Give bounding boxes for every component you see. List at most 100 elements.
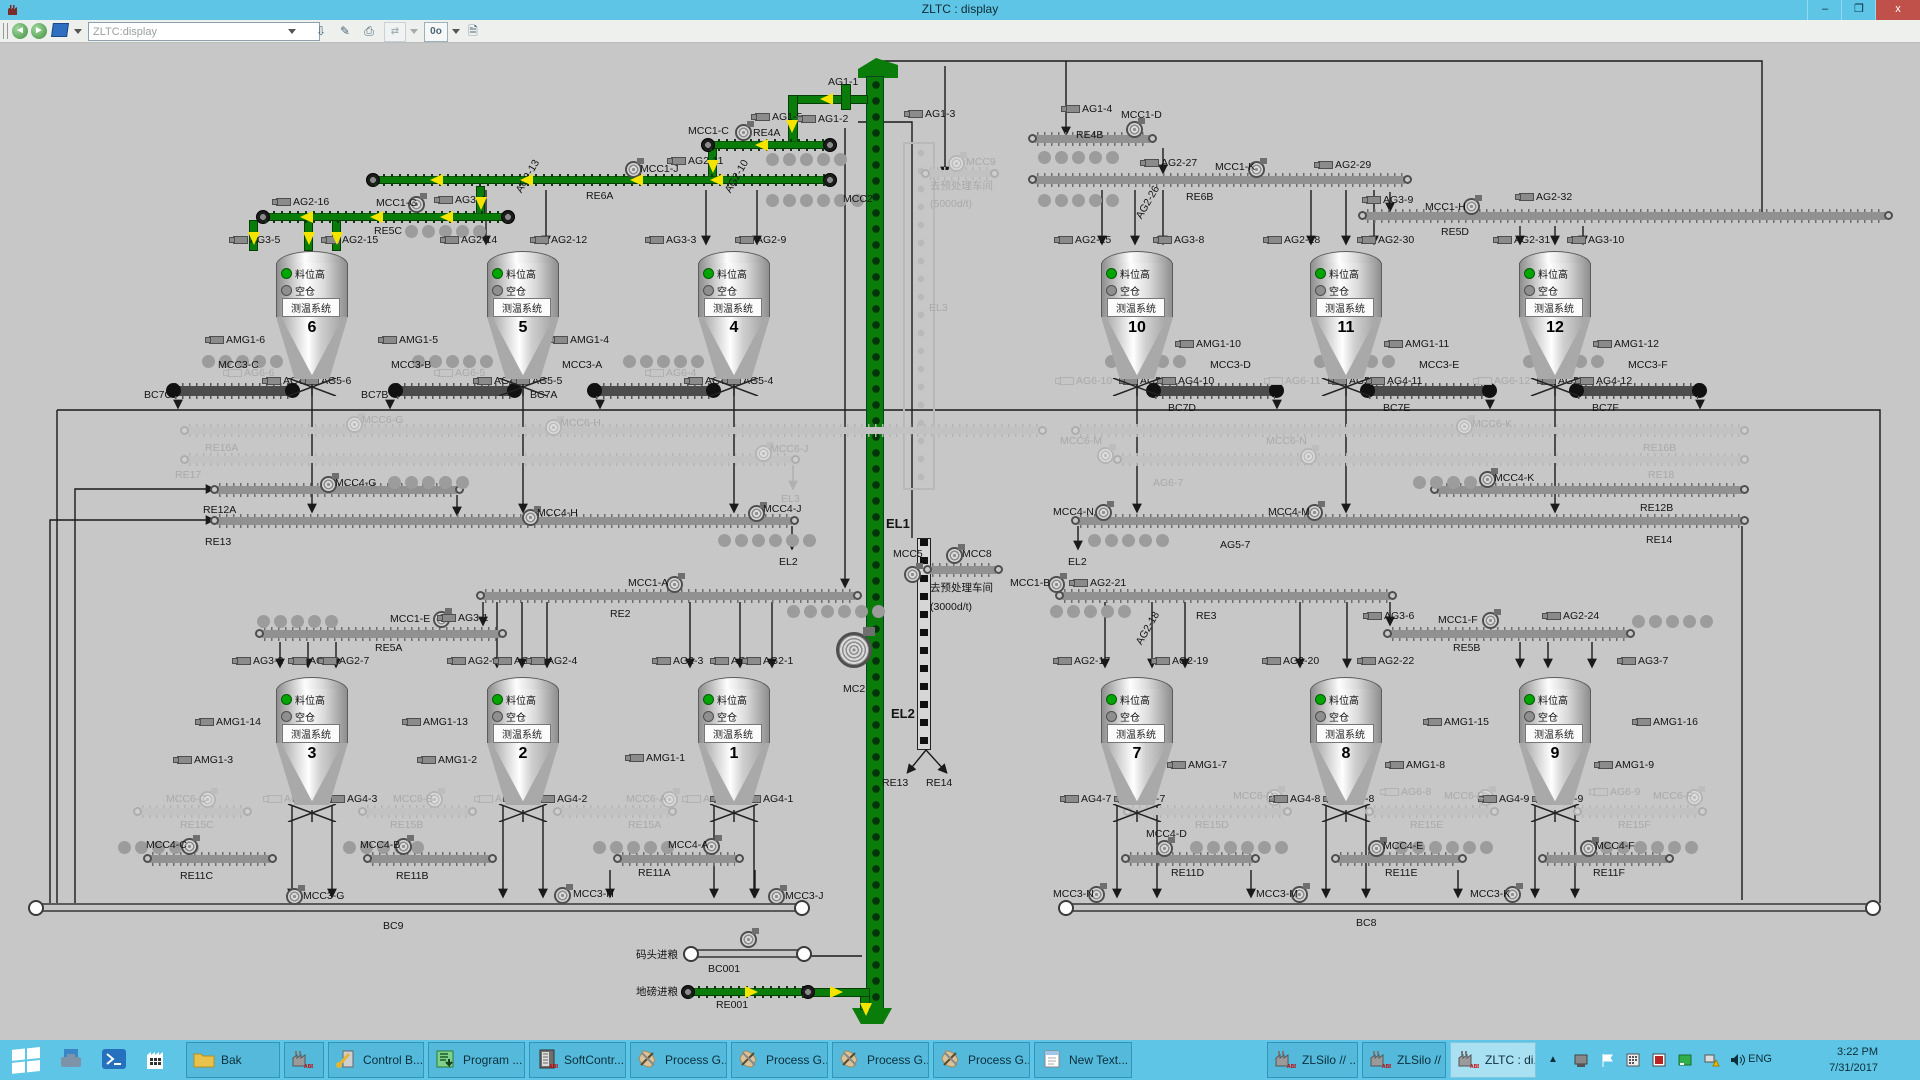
conveyor-RE15C[interactable] <box>140 808 245 815</box>
conveyor-RE15B[interactable] <box>365 808 470 815</box>
valve-icon[interactable] <box>438 196 453 204</box>
valve-icon[interactable] <box>1267 236 1282 244</box>
back-button[interactable]: ◄ <box>12 23 28 39</box>
silo-5[interactable]: 料位高空仓测温系统5 <box>487 251 559 397</box>
valve-icon[interactable] <box>1073 579 1088 587</box>
valve-icon[interactable] <box>1497 236 1512 244</box>
valve-icon[interactable] <box>1367 612 1382 620</box>
taskbar-button-process-g-[interactable]: Process G... <box>933 1042 1030 1078</box>
elevator-el3[interactable] <box>903 142 935 490</box>
tray-language[interactable]: ENG <box>1748 1053 1772 1065</box>
conveyor-BC8[interactable] <box>1065 903 1874 912</box>
conveyor-RE16A[interactable] <box>187 427 1040 434</box>
conveyor-RE17[interactable] <box>187 456 793 463</box>
taskbar-button-process-g-[interactable]: Process G... <box>832 1042 929 1078</box>
cube-dropdown-caret[interactable] <box>74 29 82 34</box>
tray-alarm-icon[interactable] <box>1651 1052 1668 1068</box>
elevator-el1[interactable] <box>866 76 884 1012</box>
conveyor-RE5A[interactable] <box>262 630 500 638</box>
conveyor-RE11F[interactable] <box>1545 855 1667 863</box>
conveyor-RE6B[interactable] <box>1035 176 1405 184</box>
tray-device-icon[interactable] <box>1573 1052 1590 1068</box>
valve-icon[interactable] <box>292 657 307 665</box>
valve-icon[interactable] <box>1384 788 1399 796</box>
valve-icon[interactable] <box>444 236 459 244</box>
print-icon[interactable]: ⎙ <box>360 22 378 40</box>
taskbar-button-zlsilo-[interactable]: ABBZLSilo // ... <box>1362 1042 1446 1078</box>
taskbar-button-bak[interactable]: Bak <box>186 1042 280 1078</box>
valve-icon[interactable] <box>656 657 671 665</box>
document-check-icon[interactable]: 🗎 <box>464 22 482 40</box>
temperature-system-button[interactable]: 测温系统 <box>1316 298 1374 317</box>
valve-icon[interactable] <box>1598 761 1613 769</box>
zero-badge-icon[interactable]: 0o <box>424 22 448 42</box>
valve-icon[interactable] <box>451 657 466 665</box>
valve-icon[interactable] <box>1318 161 1333 169</box>
valve-icon[interactable] <box>1389 761 1404 769</box>
valve-icon[interactable] <box>1597 340 1612 348</box>
valve-icon[interactable] <box>1361 236 1376 244</box>
temperature-system-button[interactable]: 测温系统 <box>1525 724 1583 743</box>
fan-icon[interactable] <box>1095 504 1112 521</box>
valve-icon[interactable] <box>1057 657 1072 665</box>
temperature-system-button[interactable]: 测温系统 <box>704 298 762 317</box>
valve-icon[interactable] <box>1273 795 1288 803</box>
display-address-combobox[interactable] <box>88 22 320 41</box>
quick-keypad-icon[interactable] <box>142 1045 176 1075</box>
valve-icon[interactable] <box>1065 105 1080 113</box>
valve-icon[interactable] <box>1171 761 1186 769</box>
conveyor-MCC8-conv[interactable] <box>930 566 996 574</box>
transfer-caret[interactable] <box>410 29 418 34</box>
valve-icon[interactable] <box>801 115 816 123</box>
conveyor-BC7F[interactable] <box>1576 386 1700 396</box>
conveyor-RE3[interactable] <box>1062 592 1390 600</box>
valve-icon[interactable] <box>1266 657 1281 665</box>
valve-icon[interactable] <box>1157 236 1172 244</box>
valve-icon[interactable] <box>236 657 251 665</box>
fan-icon[interactable] <box>768 888 785 905</box>
valve-icon[interactable] <box>1155 657 1170 665</box>
forward-button[interactable]: ► <box>31 23 47 39</box>
taskbar-button-zlsilo-[interactable]: ABBZLSilo // ... <box>1267 1042 1358 1078</box>
valve-icon[interactable] <box>629 754 644 762</box>
valve-icon[interactable] <box>1059 377 1074 385</box>
tray-network-icon[interactable] <box>1703 1052 1720 1068</box>
fan-icon[interactable] <box>1482 612 1499 629</box>
valve-icon[interactable] <box>421 756 436 764</box>
valve-icon[interactable] <box>714 657 729 665</box>
silo-4[interactable]: 料位高空仓测温系统4 <box>698 251 770 397</box>
start-button[interactable] <box>8 1046 48 1074</box>
fan-icon[interactable] <box>1156 840 1173 857</box>
valve-icon[interactable] <box>649 369 664 377</box>
valve-icon[interactable] <box>227 369 242 377</box>
valve-icon[interactable] <box>1058 236 1073 244</box>
valve-icon[interactable] <box>649 236 664 244</box>
conveyor-RE5B[interactable] <box>1390 630 1628 638</box>
valve-icon[interactable] <box>1519 193 1534 201</box>
toolbar-grip[interactable] <box>3 23 8 39</box>
taskbar-button-softcontr-[interactable]: ABBSoftContr... <box>529 1042 626 1078</box>
valve-icon[interactable] <box>1179 340 1194 348</box>
valve-icon[interactable] <box>233 236 248 244</box>
tray-keypad-icon[interactable] <box>1625 1052 1642 1068</box>
taskbar-button-new-text-[interactable]: New Text... <box>1034 1042 1132 1078</box>
fan-icon[interactable] <box>1126 121 1143 138</box>
silo-1[interactable]: 料位高空仓测温系统1 <box>698 677 770 823</box>
silo-6[interactable]: 料位高空仓测温系统6 <box>276 251 348 397</box>
conveyor-BC9[interactable] <box>35 903 803 912</box>
fan-icon[interactable] <box>1300 448 1317 465</box>
valve-icon[interactable] <box>1621 657 1636 665</box>
conveyor-BC7A[interactable] <box>594 386 714 396</box>
conveyor-RE16B[interactable] <box>1078 427 1742 434</box>
temperature-system-button[interactable]: 测温系统 <box>1107 724 1165 743</box>
conveyor-RE11A[interactable] <box>620 855 737 863</box>
transfer-icon[interactable]: ⇄ <box>384 22 406 42</box>
valve-icon[interactable] <box>441 614 456 622</box>
fan-icon[interactable] <box>946 547 963 564</box>
conveyor-RE2[interactable] <box>483 592 855 600</box>
display-cube-icon[interactable] <box>52 23 70 39</box>
valve-icon[interactable] <box>1571 236 1586 244</box>
tray-card-icon[interactable] <box>1677 1052 1694 1068</box>
valve-icon[interactable] <box>1477 377 1492 385</box>
valve-icon[interactable] <box>209 336 224 344</box>
